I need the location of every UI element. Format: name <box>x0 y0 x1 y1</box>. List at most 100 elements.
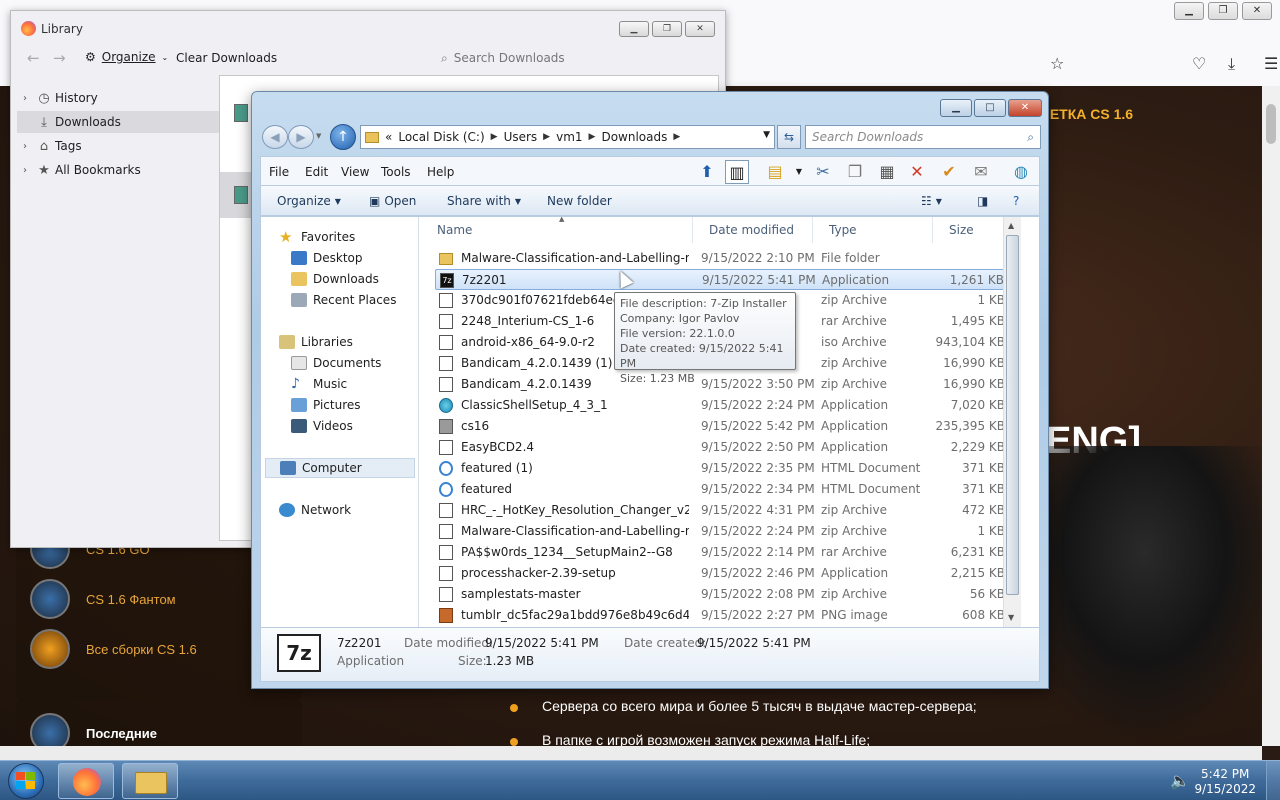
column-header-size[interactable]: Size <box>933 217 1003 243</box>
refresh-button[interactable]: ⇆ <box>777 125 801 149</box>
clock[interactable]: 5:42 PM 9/15/2022 <box>1194 767 1256 797</box>
close-icon[interactable]: ✕ <box>1242 2 1272 20</box>
site-link-all-builds[interactable]: Все сборки CS 1.6 <box>30 629 197 669</box>
site-link-latest[interactable]: Последние <box>30 713 157 746</box>
site-link-cs-phantom[interactable]: CS 1.6 Фантом <box>30 579 176 619</box>
nav-network[interactable]: Network <box>279 500 351 520</box>
copy-icon[interactable]: ❐ <box>843 160 867 184</box>
nav-documents[interactable]: Documents <box>291 353 381 373</box>
globe-icon[interactable]: ◍ <box>1009 160 1033 184</box>
show-desktop-button[interactable] <box>1266 761 1280 800</box>
back-arrow-icon[interactable]: ← <box>27 49 40 67</box>
organize-button[interactable]: Organize ▼ <box>277 194 341 208</box>
minimize-icon[interactable]: ▁ <box>619 21 649 37</box>
table-row[interactable]: processhacker-2.39-setup 9/15/2022 2:46 P… <box>435 563 1009 584</box>
column-header-date[interactable]: Date modified <box>693 217 813 243</box>
minimize-icon[interactable]: ▁ <box>1174 2 1204 20</box>
help-icon[interactable]: ? <box>1013 194 1019 208</box>
column-header-type[interactable]: Type <box>813 217 933 243</box>
cut-icon[interactable]: ✂ <box>811 160 835 184</box>
breadcrumb-vm1[interactable]: vm1 <box>556 130 582 144</box>
breadcrumb-separator-icon[interactable]: ▶ <box>673 132 680 142</box>
panes-icon[interactable]: ▥ <box>725 160 749 184</box>
menu-edit[interactable]: Edit <box>305 165 328 179</box>
breadcrumb-downloads[interactable]: Downloads <box>601 130 667 144</box>
menu-icon[interactable]: ☰ <box>1264 54 1278 73</box>
email-icon[interactable]: ✉ <box>969 160 993 184</box>
up-arrow-icon[interactable]: ⬆ <box>695 160 719 184</box>
breadcrumb-separator-icon[interactable]: ▶ <box>589 132 596 142</box>
site-scroll-thumb[interactable] <box>1266 104 1276 144</box>
table-row[interactable]: EasyBCD2.4 9/15/2022 2:50 PM Application 2,… <box>435 437 1009 458</box>
chevron-right-icon[interactable]: › <box>17 93 33 104</box>
menu-help[interactable]: Help <box>427 165 454 179</box>
bookmark-star-icon[interactable]: ☆ <box>1050 54 1064 73</box>
breadcrumb-users[interactable]: Users <box>504 130 538 144</box>
site-scrollbar[interactable] <box>1262 86 1280 746</box>
table-row[interactable]: ClassicShellSetup_4_3_1 9/15/2022 2:24 PM… <box>435 395 1009 416</box>
forward-button[interactable]: ▶ <box>288 125 314 149</box>
nav-libraries[interactable]: Libraries <box>279 332 353 352</box>
address-dropdown-icon[interactable]: ▼ <box>763 130 770 140</box>
share-with-button[interactable]: Share with ▼ <box>447 194 521 208</box>
menu-view[interactable]: View <box>341 165 369 179</box>
sidebar-item-downloads[interactable]: ⤓ Downloads <box>17 111 219 133</box>
recent-pages-chevron-icon[interactable]: ▼ <box>316 132 321 140</box>
table-row[interactable]: PA$$w0rds_1234__SetupMain2--G8 9/15/2022 … <box>435 542 1009 563</box>
table-row[interactable]: featured (1) 9/15/2022 2:35 PM HTML Docume… <box>435 458 1009 479</box>
taskbar-explorer-button[interactable] <box>122 763 178 799</box>
sidebar-item-tags[interactable]: › ⌂ Tags <box>17 135 219 157</box>
pocket-icon[interactable]: ♡ <box>1192 54 1206 73</box>
close-icon[interactable]: ✕ <box>685 21 715 37</box>
table-row[interactable]: tumblr_dc5fac29a1bdd976e8b49c6d4fd1... 9/… <box>435 605 1009 626</box>
nav-music[interactable]: ♪ Music <box>291 374 347 394</box>
properties-check-icon[interactable]: ✔ <box>937 160 961 184</box>
clear-downloads-button[interactable]: Clear Downloads <box>176 51 277 65</box>
library-organize-button[interactable]: ⚙ Organize ⌄ <box>85 50 168 64</box>
scroll-down-icon[interactable]: ▼ <box>1008 613 1014 622</box>
table-row[interactable]: Malware-Classification-and-Labelling-m..… <box>435 521 1009 542</box>
breadcrumb-overflow[interactable]: « <box>385 130 392 144</box>
nav-favorites[interactable]: ★ Favorites <box>279 227 355 247</box>
library-search-input[interactable]: ⌕ Search Downloads <box>439 47 719 69</box>
menu-tools[interactable]: Tools <box>381 165 411 179</box>
preview-pane-icon[interactable]: ◨ <box>977 194 988 208</box>
scroll-thumb[interactable] <box>1006 235 1019 595</box>
paste-icon[interactable]: ▦ <box>875 160 899 184</box>
scroll-up-icon[interactable]: ▲ <box>1008 221 1014 230</box>
nav-downloads[interactable]: Downloads <box>291 269 379 289</box>
breadcrumb-separator-icon[interactable]: ▶ <box>491 132 498 142</box>
minimize-icon[interactable]: ▁ <box>940 99 972 117</box>
nav-desktop[interactable]: Desktop <box>291 248 363 268</box>
site-horizontal-scrollbar[interactable] <box>0 746 1262 760</box>
chevron-right-icon[interactable]: › <box>17 165 33 176</box>
breadcrumb-separator-icon[interactable]: ▶ <box>543 132 550 142</box>
chevron-right-icon[interactable]: › <box>17 141 33 152</box>
close-icon[interactable]: ✕ <box>1008 99 1042 117</box>
address-bar[interactable]: « Local Disk (C:) ▶ Users ▶ vm1 ▶ Downloads… <box>360 125 775 149</box>
table-row[interactable]: cs16 9/15/2022 5:42 PM Application 235,395 … <box>435 416 1009 437</box>
table-row[interactable]: samplestats-master 9/15/2022 2:08 PM zip A… <box>435 584 1009 605</box>
maximize-icon[interactable]: □ <box>974 99 1006 117</box>
open-button[interactable]: ▣ Open <box>369 194 416 208</box>
up-folder-button[interactable]: ↑ <box>330 124 356 150</box>
taskbar-firefox-button[interactable] <box>58 763 114 799</box>
table-row[interactable]: featured 9/15/2022 2:34 PM HTML Document 37… <box>435 479 1009 500</box>
restore-icon[interactable]: ❐ <box>652 21 682 37</box>
menu-file[interactable]: File <box>269 165 289 179</box>
delete-icon[interactable]: ✕ <box>905 160 929 184</box>
folder-options-icon[interactable]: ▤ <box>763 160 787 184</box>
view-options-icon[interactable]: ☷ ▼ <box>921 194 942 208</box>
restore-icon[interactable]: ❐ <box>1208 2 1238 20</box>
nav-pictures[interactable]: Pictures <box>291 395 361 415</box>
nav-videos[interactable]: Videos <box>291 416 353 436</box>
table-row[interactable]: Malware-Classification-and-Labelling-m..… <box>435 248 1009 269</box>
nav-computer[interactable]: Computer <box>265 458 415 478</box>
forward-arrow-icon[interactable]: → <box>53 49 66 67</box>
sidebar-item-history[interactable]: › ◷ History <box>17 87 219 109</box>
nav-recent-places[interactable]: Recent Places <box>291 290 396 310</box>
breadcrumb-local-disk[interactable]: Local Disk (C:) <box>398 130 484 144</box>
table-row[interactable]: HRC_-_HotKey_Resolution_Changer_v2_1... 9… <box>435 500 1009 521</box>
downloads-icon[interactable]: ⤓ <box>1228 54 1235 74</box>
explorer-search-input[interactable]: Search Downloads ⌕ <box>805 125 1041 149</box>
